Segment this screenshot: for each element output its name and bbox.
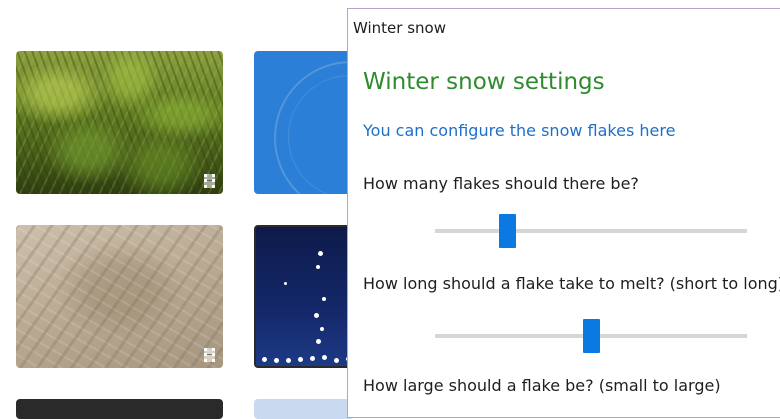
wallpaper-tile-winter-snow[interactable] bbox=[254, 225, 354, 368]
flyout-title: Winter snow bbox=[353, 19, 446, 37]
snowflake bbox=[316, 265, 320, 269]
film-icon bbox=[204, 348, 215, 362]
slider-thumb[interactable] bbox=[583, 319, 600, 353]
wallpaper-tile-pineapple-field[interactable] bbox=[16, 51, 223, 194]
snowflake bbox=[322, 297, 326, 301]
flake-size-label: How large should a flake be? (small to l… bbox=[363, 376, 721, 395]
snowflake bbox=[316, 339, 321, 344]
melt-time-slider[interactable] bbox=[435, 319, 747, 353]
snowflake bbox=[318, 251, 323, 256]
wallpaper-tile-blue-abstract[interactable] bbox=[254, 51, 354, 194]
slider-track bbox=[435, 229, 747, 233]
settings-heading: Winter snow settings bbox=[363, 69, 605, 95]
wallpaper-tile-sand-ripples[interactable] bbox=[16, 225, 223, 368]
snowflake bbox=[320, 327, 324, 331]
snowflake bbox=[284, 282, 287, 285]
snowflake bbox=[314, 313, 319, 318]
snowflake bbox=[310, 356, 315, 361]
snowflake bbox=[286, 358, 291, 363]
snowflake bbox=[298, 357, 303, 362]
snowflake bbox=[334, 358, 339, 363]
wallpaper-tile-light[interactable] bbox=[254, 399, 354, 419]
film-icon bbox=[204, 174, 215, 188]
wallpaper-tile-dark[interactable] bbox=[16, 399, 223, 419]
snowflake bbox=[262, 357, 267, 362]
settings-flyout: Winter snow Winter snow settings You can… bbox=[347, 8, 780, 418]
flake-count-slider[interactable] bbox=[435, 214, 747, 248]
melt-time-label: How long should a flake take to melt? (s… bbox=[363, 274, 780, 293]
snowflake bbox=[322, 355, 327, 360]
configure-link[interactable]: You can configure the snow flakes here bbox=[363, 121, 675, 140]
flake-count-label: How many flakes should there be? bbox=[363, 174, 639, 193]
slider-thumb[interactable] bbox=[498, 214, 516, 248]
snowflake bbox=[274, 358, 279, 363]
